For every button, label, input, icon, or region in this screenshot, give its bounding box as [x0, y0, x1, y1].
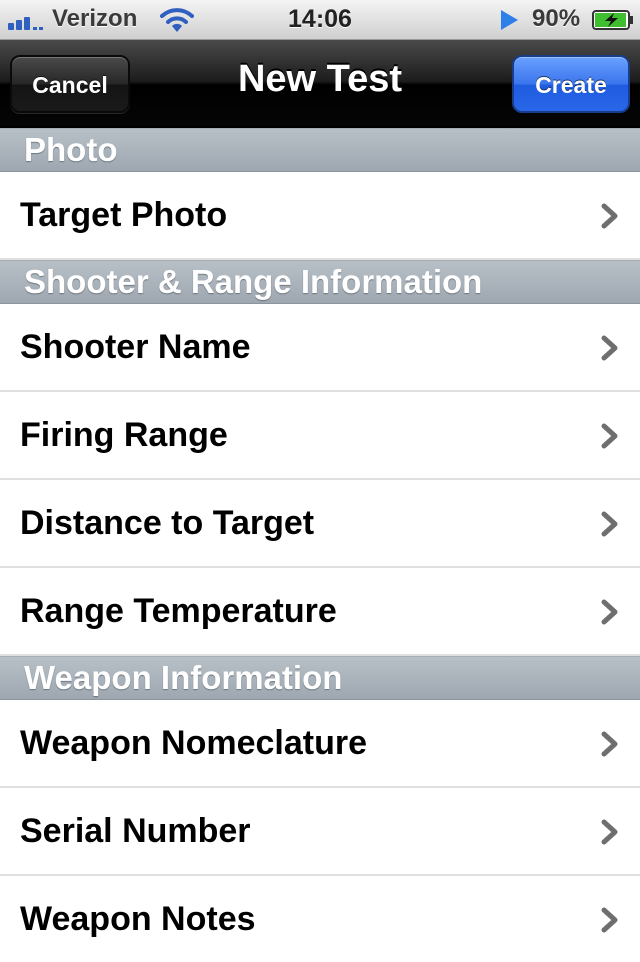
- row-shooter-name[interactable]: Shooter Name: [0, 304, 640, 392]
- chevron-right-icon: [601, 819, 618, 845]
- chevron-right-icon: [601, 335, 618, 361]
- row-firing-range[interactable]: Firing Range: [0, 392, 640, 480]
- navigation-bar: Cancel New Test Create: [0, 40, 640, 128]
- row-range-temperature[interactable]: Range Temperature: [0, 568, 640, 656]
- location-play-icon: [501, 10, 518, 30]
- create-button[interactable]: Create: [512, 55, 630, 113]
- row-label: Shooter Name: [20, 328, 251, 366]
- row-weapon-nomeclature[interactable]: Weapon Nomeclature: [0, 700, 640, 788]
- row-label: Firing Range: [20, 416, 228, 454]
- row-label: Weapon Notes: [20, 900, 256, 938]
- chevron-right-icon: [601, 599, 618, 625]
- row-serial-number[interactable]: Serial Number: [0, 788, 640, 876]
- row-label: Distance to Target: [20, 504, 315, 542]
- section-header-weapon: Weapon Information: [0, 656, 640, 700]
- chevron-right-icon: [601, 423, 618, 449]
- battery-charging-icon: [592, 10, 633, 30]
- battery-percent: 90%: [532, 5, 581, 32]
- row-label: Target Photo: [20, 196, 228, 234]
- section-header-shooter-range: Shooter & Range Information: [0, 260, 640, 304]
- section-header-photo: Photo: [0, 128, 640, 172]
- chevron-right-icon: [601, 731, 618, 757]
- status-bar: Verizon 14:06 90%: [0, 0, 640, 40]
- row-label: Serial Number: [20, 812, 251, 850]
- chevron-right-icon: [601, 203, 618, 229]
- row-target-photo[interactable]: Target Photo: [0, 172, 640, 260]
- row-label: Weapon Nomeclature: [20, 724, 368, 762]
- row-label: Range Temperature: [20, 592, 337, 630]
- row-distance-to-target[interactable]: Distance to Target: [0, 480, 640, 568]
- chevron-right-icon: [601, 907, 618, 933]
- chevron-right-icon: [601, 511, 618, 537]
- row-weapon-notes[interactable]: Weapon Notes: [0, 876, 640, 960]
